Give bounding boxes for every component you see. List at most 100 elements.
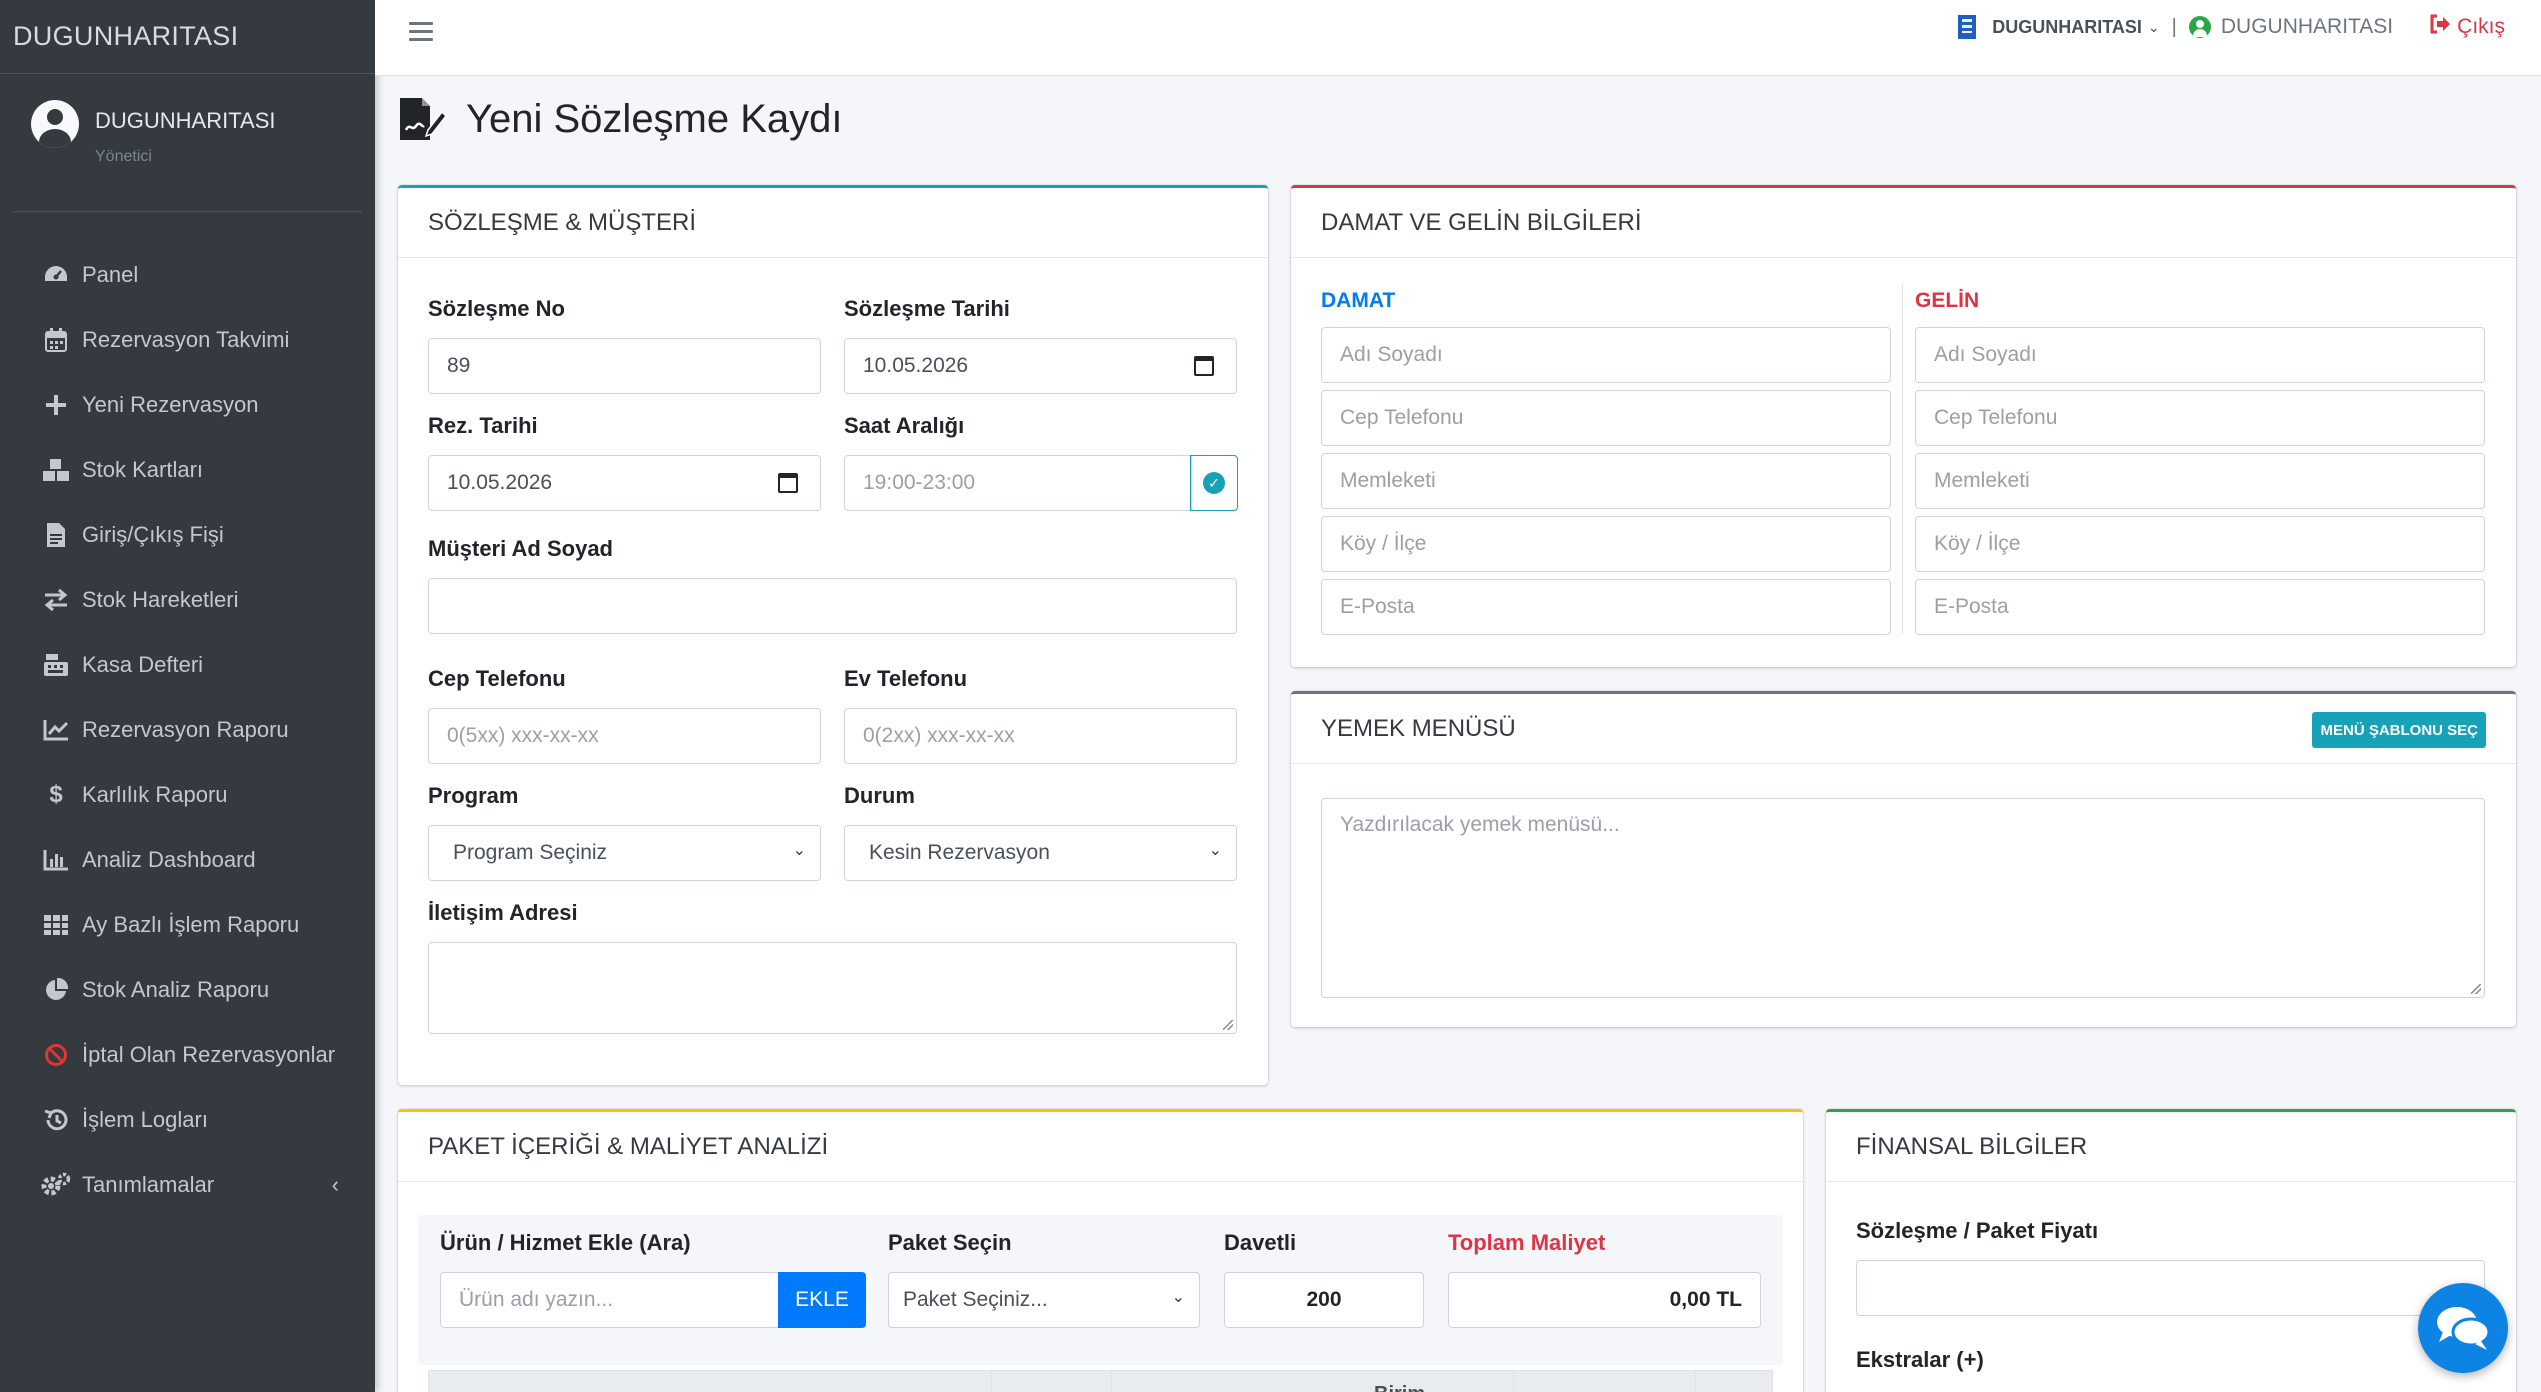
sidebar-item-label: Giriş/Çıkış Fişi (82, 521, 224, 547)
package-table-header: Birim (428, 1370, 1773, 1392)
cash-register-icon (40, 651, 72, 679)
sidebar-item-panel[interactable]: Panel (0, 242, 375, 307)
logout-label: Çıkış (2457, 15, 2505, 38)
groom-name-input[interactable]: Adı Soyadı (1321, 327, 1891, 383)
sidebar-item-label: Panel (82, 261, 139, 287)
menu-toggle-icon[interactable] (409, 22, 433, 42)
bride-phone-input[interactable]: Cep Telefonu (1915, 390, 2485, 446)
card-header: PAKET İÇERİĞİ & MALİYET ANALİZİ (398, 1112, 1803, 1182)
resize-handle[interactable] (2471, 984, 2481, 994)
contract-price-label: Sözleşme / Paket Fiyatı (1856, 1218, 2099, 1243)
menu-template-button[interactable]: MENÜ ŞABLONU SEÇ (2312, 712, 2486, 748)
program-select[interactable]: Program Seçiniz ⌄ (428, 825, 821, 881)
package-label: Paket Seçin (888, 1230, 1012, 1255)
sidebar-item-cancelled[interactable]: İptal Olan Rezervasyonlar (0, 1022, 375, 1087)
sidebar-item-stock-movements[interactable]: Stok Hareketleri (0, 567, 375, 632)
sidebar-nav: Panel Rezervasyon Takvimi Yeni Rezervasy… (0, 242, 375, 1217)
sidebar-item-stock-analysis[interactable]: Stok Analiz Raporu (0, 957, 375, 1022)
topbar-user[interactable]: DUGUNHARITASI (2221, 15, 2393, 39)
sidebar-item-monthly-report[interactable]: Ay Bazlı İşlem Raporu (0, 892, 375, 957)
chat-button[interactable] (2418, 1283, 2508, 1373)
cell-phone-input[interactable]: 0(5xx) xxx-xx-xx (428, 708, 821, 764)
sidebar-item-label: Ay Bazlı İşlem Raporu (82, 911, 300, 937)
sidebar-item-label: Stok Kartları (82, 456, 204, 482)
avatar[interactable] (31, 100, 79, 148)
tachometer-icon (40, 261, 72, 289)
card-header: DAMAT VE GELİN BİLGİLERİ (1291, 188, 2516, 258)
home-phone-input[interactable]: 0(2xx) xxx-xx-xx (844, 708, 1237, 764)
groom-village-input[interactable]: Köy / İlçe (1321, 516, 1891, 572)
user-circle-icon (2188, 16, 2211, 38)
add-product-button[interactable]: EKLE (778, 1272, 866, 1328)
chevron-down-icon: ⌄ (1208, 842, 1222, 859)
card-header: FİNANSAL BİLGİLER (1826, 1112, 2516, 1182)
bride-hometown-input[interactable]: Memleketi (1915, 453, 2485, 509)
groom-hometown-input[interactable]: Memleketi (1321, 453, 1891, 509)
status-select[interactable]: Kesin Rezervasyon ⌄ (844, 825, 1237, 881)
sidebar-item-reservation-report[interactable]: Rezervasyon Raporu (0, 697, 375, 762)
brand-logo[interactable]: DUGUNHARITASI (0, 0, 375, 74)
contract-price-input[interactable] (1856, 1260, 2485, 1316)
sidebar-item-cash-book[interactable]: Kasa Defteri (0, 632, 375, 697)
exchange-icon (40, 586, 72, 614)
product-label: Ürün / Hizmet Ekle (Ara) (440, 1230, 691, 1255)
sidebar-item-analysis-dashboard[interactable]: Analiz Dashboard (0, 827, 375, 892)
total-cost-label: Toplam Maliyet (1448, 1230, 1606, 1255)
calendar-icon[interactable] (1194, 356, 1214, 376)
package-select[interactable]: Paket Seçiniz... ⌄ (888, 1272, 1200, 1328)
contract-card: SÖZLEŞME & MÜŞTERİ Sözleşme No 89 Sözleş… (398, 185, 1268, 1085)
resize-handle[interactable] (1223, 1020, 1233, 1030)
divider: | (2171, 15, 2177, 38)
contract-no-input[interactable]: 89 (428, 338, 821, 394)
cell-phone-label: Cep Telefonu (428, 666, 566, 691)
chevron-down-icon[interactable]: ⌄ (2148, 19, 2160, 36)
chevron-left-icon: ‹ (331, 1171, 339, 1197)
sidebar-item-label: Analiz Dashboard (82, 846, 256, 872)
company-dropdown[interactable]: DUGUNHARITASI (1992, 17, 2142, 38)
groom-phone-input[interactable]: Cep Telefonu (1321, 390, 1891, 446)
line-chart-icon (40, 716, 72, 744)
rez-date-input[interactable]: 10.05.2026 (428, 455, 821, 511)
building-icon (1958, 15, 1977, 39)
address-textarea[interactable] (428, 942, 1237, 1034)
sidebar-item-label: Rezervasyon Raporu (82, 716, 289, 742)
logout-link[interactable]: Çıkış (2429, 14, 2505, 40)
sidebar-item-voucher[interactable]: Giriş/Çıkış Fişi (0, 502, 375, 567)
guests-label: Davetli (1224, 1230, 1297, 1255)
guests-input[interactable]: 200 (1224, 1272, 1424, 1328)
bride-name-input[interactable]: Adı Soyadı (1915, 327, 2485, 383)
sidebar-item-calendar[interactable]: Rezervasyon Takvimi (0, 307, 375, 372)
bar-chart-icon (40, 846, 72, 874)
time-range-input[interactable]: 19:00-23:00 (844, 455, 1192, 511)
bride-village-input[interactable]: Köy / İlçe (1915, 516, 2485, 572)
sidebar-item-logs[interactable]: İşlem Logları (0, 1087, 375, 1152)
sidebar-user-name[interactable]: DUGUNHARITASI (95, 108, 276, 134)
finance-card: FİNANSAL BİLGİLER Sözleşme / Paket Fiyat… (1826, 1109, 2516, 1392)
sidebar-item-label: İşlem Logları (82, 1106, 208, 1132)
program-label: Program (428, 783, 519, 808)
status-label: Durum (844, 783, 915, 808)
groom-email-input[interactable]: E-Posta (1321, 579, 1891, 635)
menu-card: YEMEK MENÜSÜ MENÜ ŞABLONU SEÇ Yazdırılac… (1291, 691, 2516, 1027)
sidebar-item-new-reservation[interactable]: Yeni Rezervasyon (0, 372, 375, 437)
ban-icon (40, 1041, 72, 1069)
comments-icon (2437, 1307, 2491, 1350)
contract-date-input[interactable]: 10.05.2026 (844, 338, 1237, 394)
column-divider (1902, 284, 1903, 634)
sidebar-item-stock-cards[interactable]: Stok Kartları (0, 437, 375, 502)
card-header: SÖZLEŞME & MÜŞTERİ (398, 188, 1268, 258)
table-col-unit: Birim (1374, 1383, 1425, 1392)
menu-textarea[interactable]: Yazdırılacak yemek menüsü... (1321, 798, 2485, 998)
time-confirm-button[interactable]: ✓ (1190, 455, 1238, 511)
status-select-value: Kesin Rezervasyon (869, 841, 1050, 864)
calendar-icon[interactable] (778, 473, 798, 493)
sidebar-item-definitions[interactable]: Tanımlamalar ‹ (0, 1152, 375, 1217)
sidebar-item-profit-report[interactable]: $ Karlılık Raporu (0, 762, 375, 827)
customer-name-input[interactable] (428, 578, 1237, 634)
sidebar-item-label: Tanımlamalar (82, 1171, 215, 1197)
address-label: İletişim Adresi (428, 900, 578, 925)
product-search-input[interactable]: Ürün adı yazın... (440, 1272, 780, 1328)
user-panel: DUGUNHARITASI Yönetici (13, 74, 362, 212)
table-col-divider (1513, 1371, 1514, 1392)
bride-email-input[interactable]: E-Posta (1915, 579, 2485, 635)
